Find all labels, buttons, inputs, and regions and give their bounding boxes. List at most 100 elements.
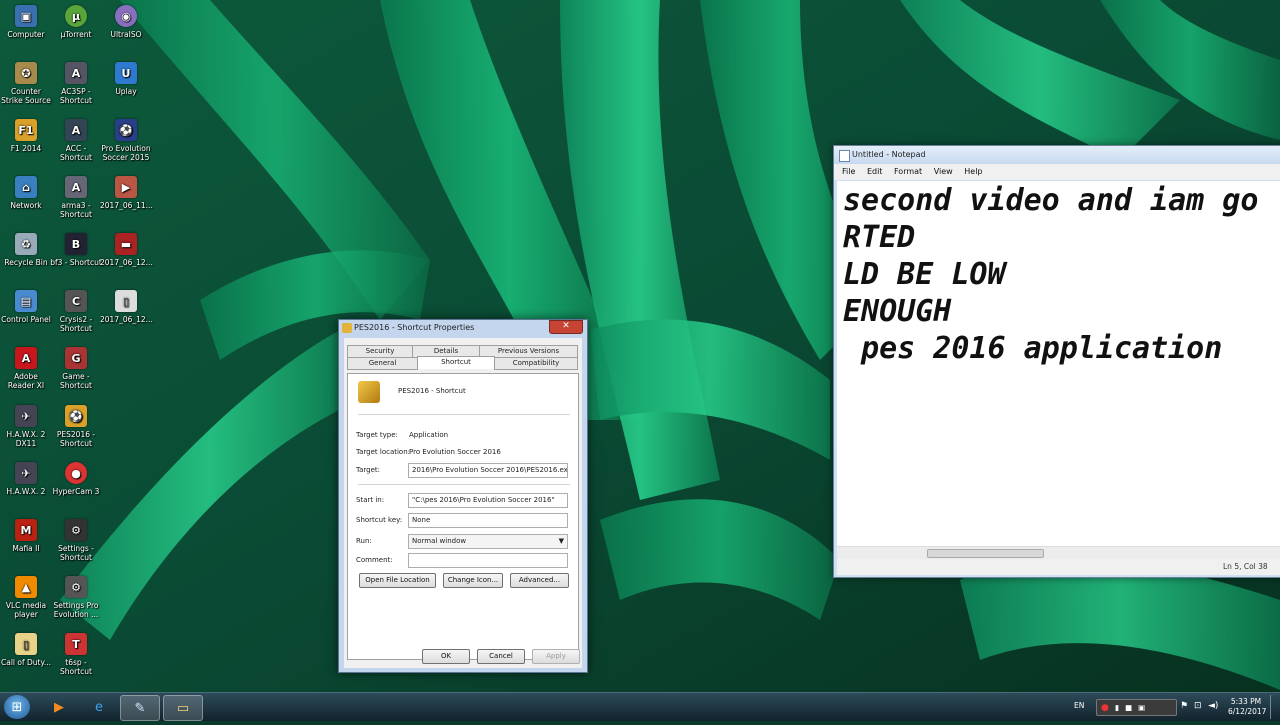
pause-icon[interactable]: ▮ <box>1115 703 1119 712</box>
t6sp-shortcut-icon[interactable]: Tt6sp - Shortcut <box>50 628 102 676</box>
notepad-text-area[interactable]: second video and iam go RTED LD BE LOW E… <box>837 181 1280 554</box>
uplay-icon[interactable]: U Uplay <box>100 57 152 96</box>
game-shortcut-icon[interactable]: G Game - Shortcut <box>50 342 102 390</box>
text-line: ENOUGH <box>843 294 952 329</box>
video-file-icon[interactable]: ▬ 2017_06_12... <box>100 228 153 267</box>
camera-icon[interactable]: ▣ <box>1138 703 1145 712</box>
media-player-icon[interactable]: ▶ <box>40 695 78 719</box>
target-location-value: Pro Evolution Soccer 2016 <box>409 448 501 456</box>
notepad-icon <box>839 150 850 162</box>
computer-icon[interactable]: ▣ Computer <box>0 0 52 39</box>
separator <box>358 484 570 485</box>
start-in-label: Start in: <box>356 496 385 504</box>
dialog-body: Security Details Previous Versions Gener… <box>344 338 582 668</box>
tab-compatibility[interactable]: Compatibility <box>494 357 578 370</box>
menu-format[interactable]: Format <box>894 167 922 176</box>
adobe-reader-icon[interactable]: A Adobe Reader XI <box>0 342 52 390</box>
ok-button[interactable]: OK <box>422 649 470 664</box>
call-of-duty-icon[interactable]: ▯ Call of Duty... <box>0 628 52 667</box>
hawx2-dx11-icon[interactable]: ✈ H.A.W.X. 2 DX11 <box>0 400 52 448</box>
close-button[interactable]: ✕ <box>549 320 583 334</box>
pes-icon <box>342 323 352 333</box>
recorder-controls[interactable]: ● ▮ ■ ▣ <box>1096 699 1177 716</box>
menu-file[interactable]: File <box>842 167 855 176</box>
control-panel-icon[interactable]: ▤ Control Panel <box>0 285 52 324</box>
mafia2-icon[interactable]: M Mafia II <box>0 514 52 553</box>
crysis2-shortcut-icon[interactable]: C Crysis2 - Shortcut <box>50 285 102 333</box>
apply-button[interactable]: Apply <box>532 649 580 664</box>
advanced-button[interactable]: Advanced... <box>510 573 569 588</box>
start-button[interactable]: ⊞ <box>4 695 30 719</box>
pes2015-icon[interactable]: ⚽ Pro Evolution Soccer 2015 <box>100 114 152 162</box>
flag-icon[interactable]: ⚑ <box>1180 693 1188 721</box>
text-line: pes 2016 application <box>843 331 1223 366</box>
shortcut-tab-panel: PES2016 - Shortcut Target type: Applicat… <box>347 373 579 660</box>
text-line: LD BE LOW <box>843 257 1006 292</box>
dialog-titlebar[interactable]: PES2016 - Shortcut Properties ✕ <box>339 320 587 336</box>
comment-label: Comment: <box>356 556 393 564</box>
run-select-value: Normal window <box>412 537 467 545</box>
ac3sp-shortcut-icon[interactable]: A AC3SP - Shortcut <box>50 57 102 105</box>
separator <box>358 414 570 415</box>
chevron-down-icon: ▼ <box>558 537 564 545</box>
recycle-bin-icon[interactable]: ♻ Recycle Bin <box>0 228 52 267</box>
network-tray-icon[interactable]: ⊡ <box>1194 693 1202 721</box>
start-in-field[interactable]: "C:\pes 2016\Pro Evolution Soccer 2016" <box>408 493 568 508</box>
target-field[interactable]: 2016\Pro Evolution Soccer 2016\PES2016.e… <box>408 463 568 478</box>
taskbar: ⊞ ▶ e ✎ ▭ EN ● ▮ ■ ▣ ⚑ ⊡ ◄) 5:33 PM 6/12… <box>0 692 1280 721</box>
explorer-folder-icon[interactable]: ▭ <box>163 695 203 721</box>
horizontal-scrollbar[interactable] <box>837 546 1280 559</box>
open-file-location-button[interactable]: Open File Location <box>359 573 436 588</box>
notepad-window[interactable]: Untitled - Notepad File Edit Format View… <box>833 145 1280 578</box>
cancel-button[interactable]: Cancel <box>477 649 525 664</box>
change-icon-button[interactable]: Change Icon... <box>443 573 503 588</box>
stop-icon[interactable]: ■ <box>1125 703 1132 712</box>
pes2016-shortcut-icon[interactable]: ⚽ PES2016 - Shortcut <box>50 400 102 448</box>
notepad-menubar: File Edit Format View Help <box>834 164 1280 180</box>
f1-2014-icon[interactable]: F1 F1 2014 <box>0 114 52 153</box>
video-file-icon[interactable]: ▶ 2017_06_11... <box>100 171 153 210</box>
run-label: Run: <box>356 537 372 545</box>
shortcut-name: PES2016 - Shortcut <box>398 387 466 395</box>
acc-shortcut-icon[interactable]: A ACC - Shortcut <box>50 114 102 162</box>
text-line: second video and iam go <box>843 183 1259 218</box>
shortcut-key-label: Shortcut key: <box>356 516 403 524</box>
show-desktop-button[interactable] <box>1270 695 1279 719</box>
counter-strike-icon[interactable]: ✪ Counter Strike Source <box>0 57 52 105</box>
notepad-title: Untitled - Notepad <box>852 150 926 159</box>
shortcut-properties-dialog[interactable]: PES2016 - Shortcut Properties ✕ Security… <box>338 319 588 673</box>
pes-icon <box>358 381 380 403</box>
arma3-shortcut-icon[interactable]: Aarma3 - Shortcut <box>50 171 102 219</box>
menu-edit[interactable]: Edit <box>867 167 883 176</box>
run-select[interactable]: Normal window ▼ <box>408 534 568 549</box>
settings-pes-icon[interactable]: ⚙ Settings Pro Evolution ... <box>50 571 102 619</box>
utorrent-icon[interactable]: µ µTorrent <box>50 0 102 39</box>
network-icon[interactable]: ⌂ Network <box>0 171 52 210</box>
hawx2-icon[interactable]: ✈ H.A.W.X. 2 <box>0 457 52 496</box>
shortcut-key-field[interactable]: None <box>408 513 568 528</box>
record-icon[interactable]: ● <box>1101 703 1109 713</box>
scrollbar-thumb[interactable] <box>927 549 1044 558</box>
settings-shortcut-icon[interactable]: ⚙ Settings - Shortcut <box>50 514 102 562</box>
ultraiso-icon[interactable]: ◉ UltraISO <box>100 0 152 39</box>
volume-icon[interactable]: ◄) <box>1208 693 1218 721</box>
language-indicator[interactable]: EN <box>1074 693 1084 721</box>
hypercam-icon[interactable]: ● HyperCam 3 <box>50 457 102 496</box>
tab-shortcut[interactable]: Shortcut <box>417 356 495 369</box>
bf3-shortcut-icon[interactable]: Bbf3 - Shortcut <box>50 228 102 267</box>
vlc-icon[interactable]: ▲ VLC media player <box>0 571 52 619</box>
internet-explorer-icon[interactable]: e <box>80 695 118 719</box>
tab-general[interactable]: General <box>347 357 418 370</box>
clock-date: 6/12/2017 <box>1228 707 1267 716</box>
menu-help[interactable]: Help <box>964 167 982 176</box>
comment-field[interactable] <box>408 553 568 568</box>
document-file-icon[interactable]: ▯ 2017_06_12... <box>100 285 153 324</box>
notepad-titlebar[interactable]: Untitled - Notepad <box>834 146 1280 164</box>
menu-view[interactable]: View <box>934 167 953 176</box>
target-type-value: Application <box>409 431 449 439</box>
target-location-label: Target location: <box>356 448 411 456</box>
clock[interactable]: 5:33 PM 6/12/2017 <box>1228 697 1267 725</box>
notepad-taskbar-icon[interactable]: ✎ <box>120 695 160 721</box>
dialog-title: PES2016 - Shortcut Properties <box>354 323 475 332</box>
text-line: RTED <box>843 220 916 255</box>
